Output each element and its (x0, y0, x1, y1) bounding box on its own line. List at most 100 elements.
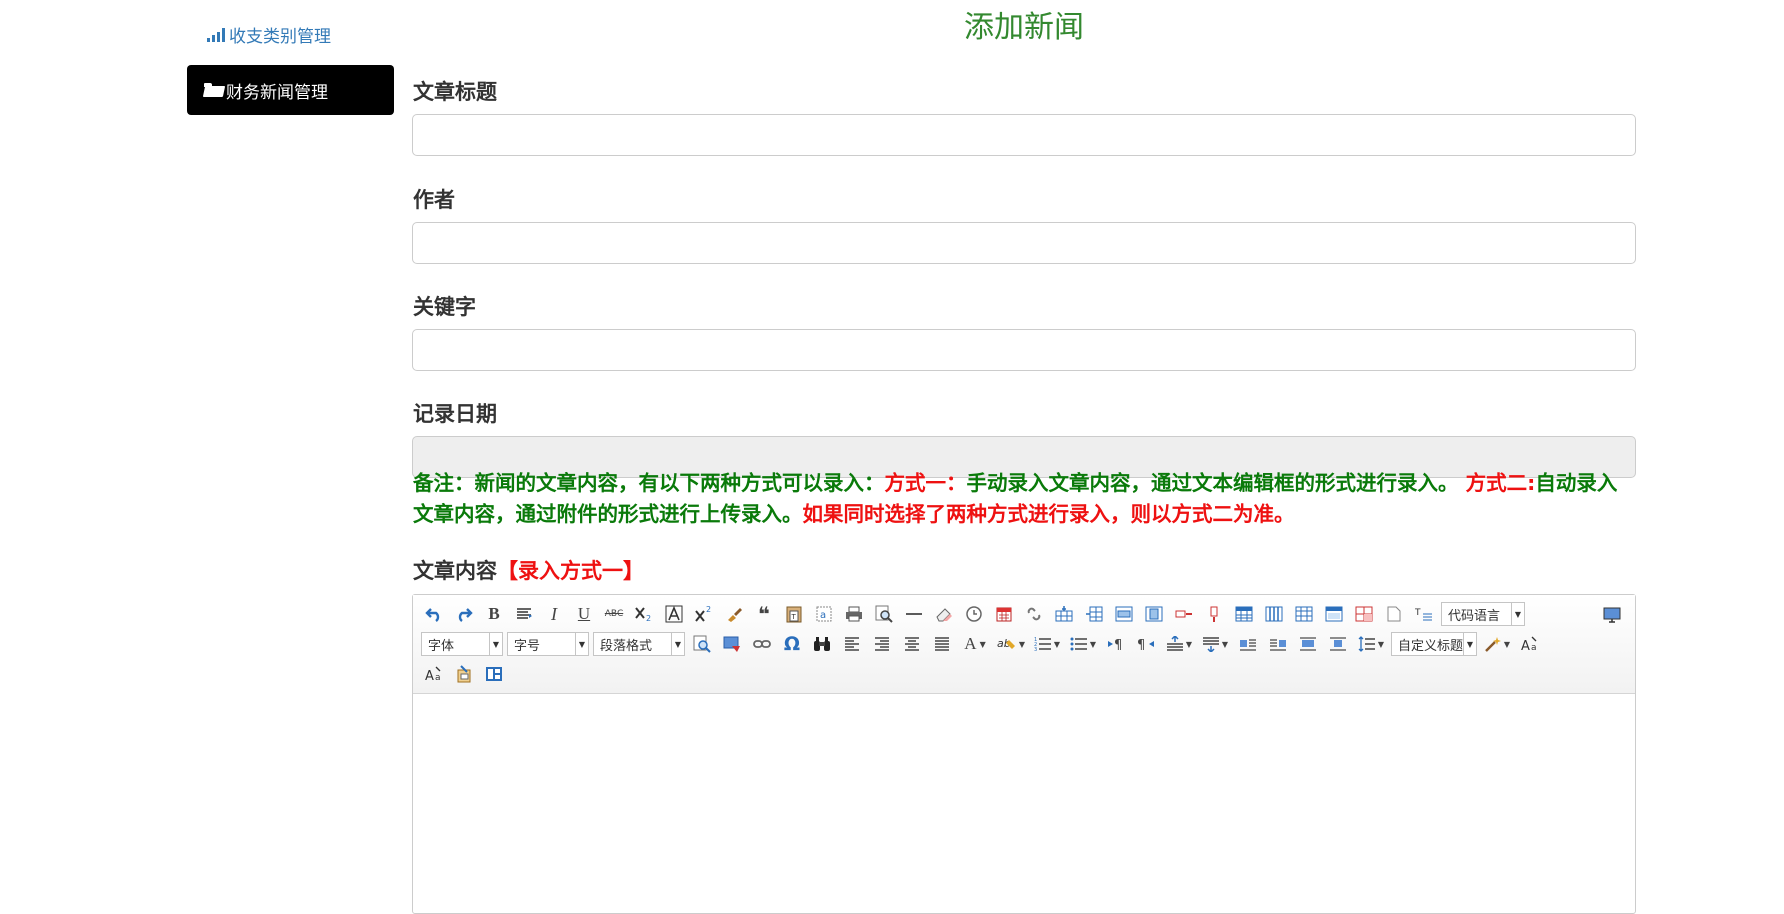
ordered-list-icon[interactable]: 1 2 3 ▼ (1032, 632, 1062, 656)
preview-icon[interactable] (872, 602, 896, 626)
note-part: 方式二: (1458, 471, 1536, 495)
insert-col-icon[interactable] (1082, 602, 1106, 626)
page-icon[interactable] (1382, 602, 1406, 626)
italic-icon[interactable]: I (542, 602, 566, 626)
svg-text:3: 3 (1034, 647, 1037, 652)
delete-col-icon[interactable] (1202, 602, 1226, 626)
format-brush-icon[interactable] (722, 602, 746, 626)
svg-text:2: 2 (706, 606, 711, 614)
sidebar-item-finance-news[interactable]: 财务新闻管理 (187, 65, 394, 115)
special-char-icon[interactable]: Ω (780, 632, 804, 656)
template-icon[interactable] (482, 662, 506, 686)
image-right-icon[interactable] (1266, 632, 1290, 656)
cell-props-icon[interactable] (1352, 602, 1376, 626)
unlink-icon[interactable] (1022, 602, 1046, 626)
date-label: 记录日期 (413, 402, 497, 426)
unordered-list-icon[interactable]: ▼ (1068, 632, 1098, 656)
paste-plain-icon[interactable]: T (782, 602, 806, 626)
insert-row-icon[interactable] (1052, 602, 1076, 626)
svg-text:T: T (791, 613, 797, 621)
align-justify-icon[interactable] (930, 632, 954, 656)
eraser-icon[interactable] (932, 602, 956, 626)
highlight-color-icon[interactable]: ab ▼ (996, 632, 1026, 656)
table-icon[interactable] (1232, 602, 1256, 626)
align-right-icon[interactable] (870, 632, 894, 656)
editor-content-area[interactable] (413, 694, 1635, 914)
svg-text:A: A (425, 669, 434, 682)
keyword-label: 关键字 (413, 295, 476, 319)
custom-title-select[interactable]: 自定义标题 ▼ (1391, 632, 1477, 656)
editor-toolbar: B I U ABC 2 2 ❝ T a T 代码语言 ▼ 字体 ▼ 字号 ▼ 段… (413, 595, 1635, 694)
merge-right-icon[interactable] (1112, 602, 1136, 626)
font-border-icon[interactable] (662, 602, 686, 626)
code-language-select[interactable]: 代码语言 ▼ (1441, 602, 1525, 626)
link-icon[interactable] (750, 632, 774, 656)
note-part: 备注：新闻的文章内容，有以下两种方式可以录入： (413, 471, 885, 495)
title-input[interactable] (412, 114, 1636, 156)
folder-open-icon (204, 83, 224, 97)
page-title: 添加新闻 (964, 10, 1084, 45)
table-cols-icon[interactable] (1262, 602, 1286, 626)
superscript-icon[interactable]: 2 (692, 602, 716, 626)
search-binoculars-icon[interactable] (810, 632, 834, 656)
author-label: 作者 (413, 188, 455, 212)
image-center-icon[interactable] (1326, 632, 1350, 656)
font-size-select[interactable]: 字号 ▼ (507, 632, 589, 656)
rich-text-editor[interactable]: B I U ABC 2 2 ❝ T a T 代码语言 ▼ 字体 ▼ 字号 ▼ 段… (412, 594, 1636, 914)
svg-text:T: T (1415, 608, 1421, 618)
auto-typeset-icon[interactable]: Aa (422, 662, 446, 686)
sidebar-item-label: 财务新闻管理 (226, 82, 328, 103)
signal-bars-icon (207, 27, 225, 42)
note-part: 手动录入文章内容，通过文本编辑框的形式进行录入。 (966, 471, 1459, 495)
merge-down-icon[interactable] (1142, 602, 1166, 626)
clear-format-icon[interactable]: Aa (1518, 632, 1542, 656)
svg-text:a: a (820, 610, 826, 621)
keyword-input[interactable] (412, 329, 1636, 371)
svg-text:¶: ¶ (1114, 638, 1122, 652)
insert-image-icon[interactable] (720, 632, 744, 656)
insert-code-icon[interactable]: T (1412, 602, 1436, 626)
note-part: 方式一： (884, 471, 967, 495)
row-spacing-bottom-icon[interactable]: ▼ (1200, 632, 1230, 656)
underline-icon[interactable]: U (572, 602, 596, 626)
author-input[interactable] (412, 222, 1636, 264)
content-label: 文章内容【录入方式一】 (413, 555, 644, 585)
row-spacing-top-icon[interactable]: ▼ (1164, 632, 1194, 656)
date-icon[interactable] (992, 602, 1016, 626)
select-all-icon[interactable]: a (812, 602, 836, 626)
line-height-icon[interactable]: ▼ (1356, 632, 1386, 656)
strikethrough-icon[interactable]: ABC (602, 602, 626, 626)
bold-icon[interactable]: B (482, 602, 506, 626)
magic-wand-icon[interactable]: ▼ (1482, 632, 1512, 656)
subscript-icon[interactable]: 2 (632, 602, 656, 626)
horizontal-rule-icon[interactable] (902, 602, 926, 626)
sidebar-item-category-management[interactable]: 收支类别管理 (207, 22, 331, 47)
print-icon[interactable] (842, 602, 866, 626)
find-replace-icon[interactable] (690, 632, 714, 656)
svg-text:a: a (1531, 643, 1537, 652)
undo-icon[interactable] (422, 602, 446, 626)
image-none-icon[interactable] (1296, 632, 1320, 656)
font-color-icon[interactable]: A ▼ (960, 632, 990, 656)
indent-icon[interactable] (512, 602, 536, 626)
table-props-icon[interactable] (1322, 602, 1346, 626)
font-family-select[interactable]: 字体 ▼ (421, 632, 503, 656)
svg-text:a: a (435, 673, 441, 682)
table-grid-icon[interactable] (1292, 602, 1316, 626)
ltr-icon[interactable]: ¶ (1104, 632, 1128, 656)
svg-text:¶: ¶ (1137, 638, 1145, 652)
note-part: 如果同时选择了两种方式进行录入，则以方式二为准。 (802, 502, 1295, 526)
image-left-icon[interactable] (1236, 632, 1260, 656)
svg-text:2: 2 (646, 614, 651, 622)
time-icon[interactable] (962, 602, 986, 626)
align-center-icon[interactable] (900, 632, 924, 656)
rtl-icon[interactable]: ¶ (1134, 632, 1158, 656)
fullscreen-icon[interactable] (1600, 603, 1624, 627)
paragraph-select[interactable]: 段落格式 ▼ (593, 632, 685, 656)
blockquote-icon[interactable]: ❝ (752, 602, 776, 626)
delete-row-icon[interactable] (1172, 602, 1196, 626)
attachment-icon[interactable] (452, 662, 476, 686)
redo-icon[interactable] (452, 602, 476, 626)
title-label: 文章标题 (413, 80, 497, 104)
align-left-icon[interactable] (840, 632, 864, 656)
